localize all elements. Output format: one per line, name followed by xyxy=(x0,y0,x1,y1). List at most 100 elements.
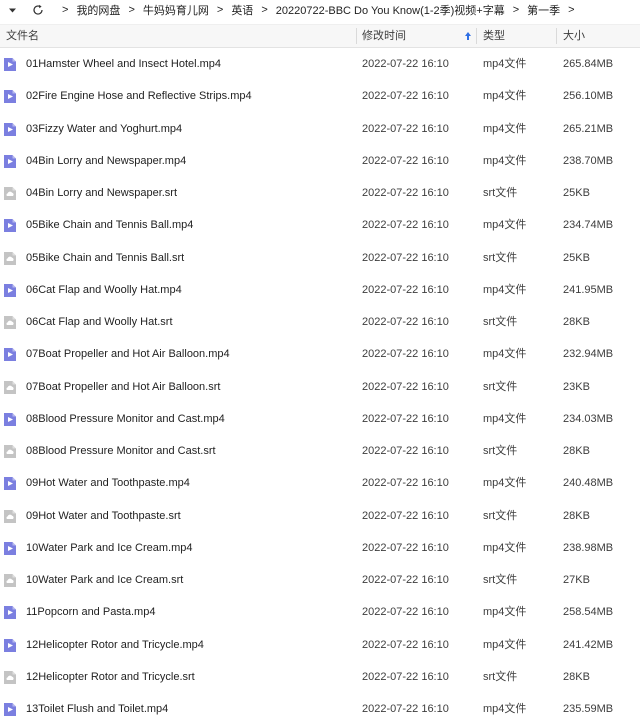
file-name[interactable]: 06Cat Flap and Woolly Hat.mp4 xyxy=(26,274,182,306)
sort-ascending-icon[interactable] xyxy=(464,31,472,41)
file-row[interactable]: 06Cat Flap and Woolly Hat.srt 2022-07-22 … xyxy=(0,306,640,338)
file-modified-date: 2022-07-22 16:10 xyxy=(362,219,449,232)
video-file-icon xyxy=(4,219,16,233)
refresh-icon[interactable] xyxy=(30,2,46,18)
breadcrumb-item-english[interactable]: 英语 xyxy=(231,2,253,18)
file-size: 234.74MB xyxy=(563,219,614,232)
file-name[interactable]: 02Fire Engine Hose and Reflective Strips… xyxy=(26,80,252,112)
file-row[interactable]: 04Bin Lorry and Newspaper.srt 2022-07-22 … xyxy=(0,177,640,209)
file-name[interactable]: 01Hamster Wheel and Insect Hotel.mp4 xyxy=(26,48,221,80)
column-header: 文件名 修改时间 类型 大小 xyxy=(0,24,640,48)
subtitle-file-icon xyxy=(4,251,16,265)
file-row[interactable]: 06Cat Flap and Woolly Hat.mp4 2022-07-22 … xyxy=(0,274,640,306)
file-size: 265.84MB xyxy=(563,58,614,70)
file-modified-date: 2022-07-22 16:10 xyxy=(362,348,449,361)
video-file-icon xyxy=(4,90,16,104)
file-type: mp4文件 xyxy=(483,541,527,554)
file-name[interactable]: 08Blood Pressure Monitor and Cast.mp4 xyxy=(26,403,225,435)
column-divider[interactable] xyxy=(556,28,557,44)
file-size: 265.21MB xyxy=(563,122,614,135)
file-row[interactable]: 10Water Park and Ice Cream.srt 2022-07-22… xyxy=(0,564,640,596)
file-row[interactable]: 05Bike Chain and Tennis Ball.mp4 2022-07-… xyxy=(0,209,640,241)
file-row[interactable]: 10Water Park and Ice Cream.mp4 2022-07-22… xyxy=(0,532,640,564)
column-divider[interactable] xyxy=(476,28,477,44)
subtitle-file-icon xyxy=(4,670,16,684)
file-row[interactable]: 03Fizzy Water and Yoghurt.mp4 2022-07-22 … xyxy=(0,113,640,145)
file-name[interactable]: 10Water Park and Ice Cream.srt xyxy=(26,564,183,596)
file-name[interactable]: 04Bin Lorry and Newspaper.mp4 xyxy=(26,145,186,177)
file-modified-date: 2022-07-22 16:10 xyxy=(362,509,449,522)
file-size: 241.42MB xyxy=(563,638,614,651)
file-size: 27KB xyxy=(563,574,590,586)
file-row[interactable]: 12Helicopter Rotor and Tricycle.mp4 2022-… xyxy=(0,629,640,661)
file-size: 25KB xyxy=(563,251,590,264)
file-name[interactable]: 07Boat Propeller and Hot Air Balloon.mp4 xyxy=(26,338,230,370)
file-type: srt文件 xyxy=(483,445,518,457)
column-header-date[interactable]: 修改时间 xyxy=(362,25,406,47)
file-modified-date: 2022-07-22 16:10 xyxy=(362,122,449,135)
file-name[interactable]: 09Hot Water and Toothpaste.srt xyxy=(26,500,181,532)
breadcrumb-item-season-1[interactable]: 第一季 xyxy=(527,2,560,18)
file-row[interactable]: 11Popcorn and Pasta.mp4 2022-07-22 16:10 m… xyxy=(0,596,640,628)
column-header-size[interactable]: 大小 xyxy=(563,25,585,47)
column-divider[interactable] xyxy=(356,28,357,44)
file-row[interactable]: 13Toilet Flush and Toilet.mp4 2022-07-22 … xyxy=(0,693,640,725)
file-name[interactable]: 05Bike Chain and Tennis Ball.mp4 xyxy=(26,209,193,241)
file-name[interactable]: 09Hot Water and Toothpaste.mp4 xyxy=(26,467,190,499)
video-file-icon xyxy=(4,541,16,555)
file-modified-date: 2022-07-22 16:10 xyxy=(362,606,449,619)
file-size: 258.54MB xyxy=(563,606,614,619)
file-name[interactable]: 06Cat Flap and Woolly Hat.srt xyxy=(26,306,173,338)
breadcrumb-item-my-drive[interactable]: 我的网盘 xyxy=(76,2,120,18)
file-type: mp4文件 xyxy=(483,412,527,425)
video-file-icon xyxy=(4,348,16,362)
file-size: 241.95MB xyxy=(563,283,614,296)
file-row[interactable]: 08Blood Pressure Monitor and Cast.mp4 202… xyxy=(0,403,640,435)
breadcrumb-separator: > xyxy=(261,4,268,16)
video-file-icon xyxy=(4,283,16,297)
file-name[interactable]: 13Toilet Flush and Toilet.mp4 xyxy=(26,693,168,725)
breadcrumb-separator: > xyxy=(216,4,224,16)
file-size: 23KB xyxy=(563,380,590,393)
file-name[interactable]: 05Bike Chain and Tennis Ball.srt xyxy=(26,242,184,274)
file-name[interactable]: 12Helicopter Rotor and Tricycle.srt xyxy=(26,661,195,693)
file-type: mp4文件 xyxy=(483,219,527,232)
video-file-icon xyxy=(4,703,16,716)
file-name[interactable]: 12Helicopter Rotor and Tricycle.mp4 xyxy=(26,629,204,661)
file-modified-date: 2022-07-22 16:10 xyxy=(362,541,449,554)
file-name[interactable]: 10Water Park and Ice Cream.mp4 xyxy=(26,532,193,564)
file-size: 240.48MB xyxy=(563,477,614,490)
chevron-down-icon[interactable] xyxy=(4,2,20,18)
file-name[interactable]: 07Boat Propeller and Hot Air Balloon.srt xyxy=(26,371,220,403)
breadcrumb-item-bbc-folder[interactable]: 20220722-BBC Do You Know(1-2季)视频+字幕 xyxy=(276,2,505,18)
file-size: 238.70MB xyxy=(563,154,614,167)
file-type: srt文件 xyxy=(483,187,518,199)
file-modified-date: 2022-07-22 16:10 xyxy=(362,154,449,167)
breadcrumb-item-parenting-site[interactable]: 牛妈妈育儿网 xyxy=(143,2,209,18)
file-type: srt文件 xyxy=(483,574,518,586)
file-row[interactable]: 01Hamster Wheel and Insect Hotel.mp4 2022… xyxy=(0,48,640,80)
file-row[interactable]: 05Bike Chain and Tennis Ball.srt 2022-07-… xyxy=(0,242,640,274)
file-type: mp4文件 xyxy=(483,703,527,715)
video-file-icon xyxy=(4,154,16,168)
subtitle-file-icon xyxy=(4,316,16,329)
file-name[interactable]: 03Fizzy Water and Yoghurt.mp4 xyxy=(26,113,182,145)
file-type: mp4文件 xyxy=(483,90,527,103)
file-size: 25KB xyxy=(563,187,590,199)
file-row[interactable]: 12Helicopter Rotor and Tricycle.srt 2022-… xyxy=(0,661,640,693)
file-modified-date: 2022-07-22 16:10 xyxy=(362,477,449,490)
file-modified-date: 2022-07-22 16:10 xyxy=(362,703,449,715)
file-row[interactable]: 07Boat Propeller and Hot Air Balloon.mp4… xyxy=(0,338,640,370)
file-name[interactable]: 08Blood Pressure Monitor and Cast.srt xyxy=(26,435,216,467)
file-row[interactable]: 08Blood Pressure Monitor and Cast.srt 202… xyxy=(0,435,640,467)
file-name[interactable]: 11Popcorn and Pasta.mp4 xyxy=(26,596,155,628)
file-row[interactable]: 07Boat Propeller and Hot Air Balloon.srt… xyxy=(0,371,640,403)
column-header-type[interactable]: 类型 xyxy=(483,25,505,47)
file-name[interactable]: 04Bin Lorry and Newspaper.srt xyxy=(26,177,177,209)
file-row[interactable]: 02Fire Engine Hose and Reflective Strips… xyxy=(0,80,640,112)
column-header-name[interactable]: 文件名 xyxy=(6,25,39,47)
file-row[interactable]: 09Hot Water and Toothpaste.srt 2022-07-22… xyxy=(0,500,640,532)
file-row[interactable]: 09Hot Water and Toothpaste.mp4 2022-07-22… xyxy=(0,467,640,499)
file-row[interactable]: 04Bin Lorry and Newspaper.mp4 2022-07-22 … xyxy=(0,145,640,177)
video-file-icon xyxy=(4,606,16,620)
